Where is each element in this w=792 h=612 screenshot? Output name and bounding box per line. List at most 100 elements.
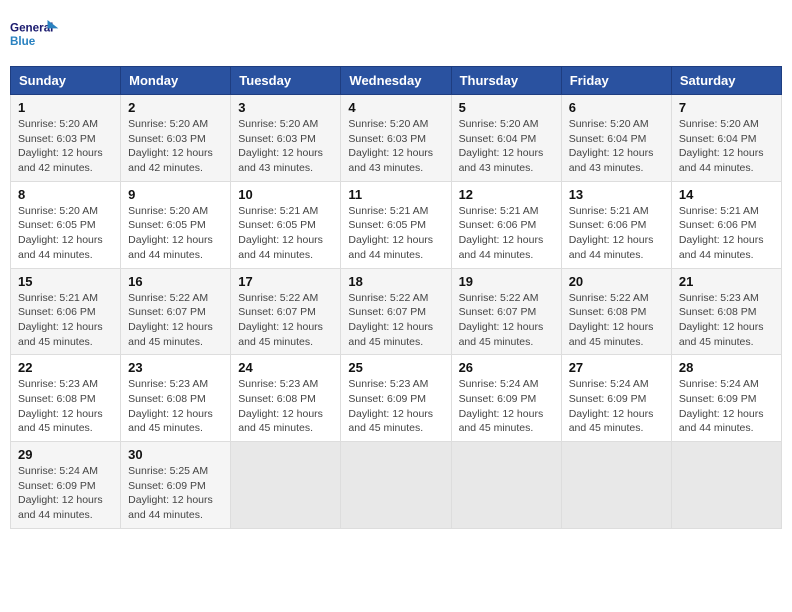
table-row: 30Sunrise: 5:25 AMSunset: 6:09 PMDayligh… — [121, 442, 231, 529]
day-detail: Sunrise: 5:24 AMSunset: 6:09 PMDaylight:… — [459, 377, 554, 436]
table-row: 24Sunrise: 5:23 AMSunset: 6:08 PMDayligh… — [231, 355, 341, 442]
day-number: 8 — [18, 187, 113, 202]
table-row: 15 Sunrise: 5:21 AMSunset: 6:06 PMDayligh… — [11, 268, 121, 355]
day-detail: Sunrise: 5:24 AMSunset: 6:09 PMDaylight:… — [569, 377, 664, 436]
day-number: 15 — [18, 274, 113, 289]
day-detail: Sunrise: 5:20 AMSunset: 6:03 PMDaylight:… — [238, 117, 333, 176]
calendar-header-row: SundayMondayTuesdayWednesdayThursdayFrid… — [11, 67, 782, 95]
day-detail: Sunrise: 5:23 AMSunset: 6:08 PMDaylight:… — [18, 377, 113, 436]
day-number: 18 — [348, 274, 443, 289]
day-detail: Sunrise: 5:20 AMSunset: 6:04 PMDaylight:… — [459, 117, 554, 176]
day-detail: Sunrise: 5:20 AMSunset: 6:04 PMDaylight:… — [679, 117, 774, 176]
table-row: 13Sunrise: 5:21 AMSunset: 6:06 PMDayligh… — [561, 181, 671, 268]
table-row: 9 Sunrise: 5:20 AMSunset: 6:05 PMDaylight… — [121, 181, 231, 268]
table-row: 6 Sunrise: 5:20 AMSunset: 6:04 PMDaylight… — [561, 95, 671, 182]
calendar-header-saturday: Saturday — [671, 67, 781, 95]
day-detail: Sunrise: 5:24 AMSunset: 6:09 PMDaylight:… — [18, 464, 113, 523]
table-row: 23Sunrise: 5:23 AMSunset: 6:08 PMDayligh… — [121, 355, 231, 442]
table-row: 4 Sunrise: 5:20 AMSunset: 6:03 PMDaylight… — [341, 95, 451, 182]
table-row: 26 Sunrise: 5:24 AMSunset: 6:09 PMDayligh… — [451, 355, 561, 442]
calendar-table: SundayMondayTuesdayWednesdayThursdayFrid… — [10, 66, 782, 529]
table-row: 25Sunrise: 5:23 AMSunset: 6:09 PMDayligh… — [341, 355, 451, 442]
day-number: 22 — [18, 360, 113, 375]
table-row: 11 Sunrise: 5:21 AMSunset: 6:05 PMDayligh… — [341, 181, 451, 268]
calendar-week-row: 22 Sunrise: 5:23 AMSunset: 6:08 PMDayligh… — [11, 355, 782, 442]
calendar-week-row: 29 Sunrise: 5:24 AMSunset: 6:09 PMDayligh… — [11, 442, 782, 529]
table-row: 29 Sunrise: 5:24 AMSunset: 6:09 PMDayligh… — [11, 442, 121, 529]
table-row: 7 Sunrise: 5:20 AMSunset: 6:04 PMDaylight… — [671, 95, 781, 182]
day-number: 20 — [569, 274, 664, 289]
calendar-week-row: 15 Sunrise: 5:21 AMSunset: 6:06 PMDayligh… — [11, 268, 782, 355]
day-detail: Sunrise: 5:21 AMSunset: 6:06 PMDaylight:… — [18, 291, 113, 350]
day-number: 29 — [18, 447, 113, 462]
day-detail: Sunrise: 5:24 AMSunset: 6:09 PMDaylight:… — [679, 377, 774, 436]
logo-icon: General Blue — [10, 10, 60, 60]
table-row: 14 Sunrise: 5:21 AMSunset: 6:06 PMDayligh… — [671, 181, 781, 268]
day-detail: Sunrise: 5:20 AMSunset: 6:03 PMDaylight:… — [348, 117, 443, 176]
table-row — [451, 442, 561, 529]
day-number: 19 — [459, 274, 554, 289]
day-number: 26 — [459, 360, 554, 375]
day-number: 30 — [128, 447, 223, 462]
logo: General Blue — [10, 10, 60, 60]
day-number: 10 — [238, 187, 333, 202]
day-detail: Sunrise: 5:23 AMSunset: 6:08 PMDaylight:… — [238, 377, 333, 436]
table-row — [561, 442, 671, 529]
day-number: 6 — [569, 100, 664, 115]
table-row: 28 Sunrise: 5:24 AMSunset: 6:09 PMDayligh… — [671, 355, 781, 442]
day-number: 28 — [679, 360, 774, 375]
day-number: 9 — [128, 187, 223, 202]
header: General Blue — [10, 10, 782, 60]
day-number: 3 — [238, 100, 333, 115]
day-number: 1 — [18, 100, 113, 115]
day-number: 5 — [459, 100, 554, 115]
table-row: 22 Sunrise: 5:23 AMSunset: 6:08 PMDayligh… — [11, 355, 121, 442]
table-row: 2Sunrise: 5:20 AMSunset: 6:03 PMDaylight… — [121, 95, 231, 182]
calendar-header-tuesday: Tuesday — [231, 67, 341, 95]
day-number: 12 — [459, 187, 554, 202]
svg-text:General: General — [10, 22, 53, 35]
day-detail: Sunrise: 5:21 AMSunset: 6:05 PMDaylight:… — [238, 204, 333, 263]
table-row: 18Sunrise: 5:22 AMSunset: 6:07 PMDayligh… — [341, 268, 451, 355]
table-row: 16Sunrise: 5:22 AMSunset: 6:07 PMDayligh… — [121, 268, 231, 355]
table-row: 10 Sunrise: 5:21 AMSunset: 6:05 PMDayligh… — [231, 181, 341, 268]
table-row: 20 Sunrise: 5:22 AMSunset: 6:08 PMDayligh… — [561, 268, 671, 355]
day-detail: Sunrise: 5:23 AMSunset: 6:08 PMDaylight:… — [679, 291, 774, 350]
day-detail: Sunrise: 5:21 AMSunset: 6:06 PMDaylight:… — [569, 204, 664, 263]
day-number: 7 — [679, 100, 774, 115]
day-detail: Sunrise: 5:22 AMSunset: 6:07 PMDaylight:… — [128, 291, 223, 350]
day-detail: Sunrise: 5:20 AMSunset: 6:03 PMDaylight:… — [18, 117, 113, 176]
table-row: 27 Sunrise: 5:24 AMSunset: 6:09 PMDayligh… — [561, 355, 671, 442]
calendar-header-wednesday: Wednesday — [341, 67, 451, 95]
day-detail: Sunrise: 5:22 AMSunset: 6:08 PMDaylight:… — [569, 291, 664, 350]
day-number: 17 — [238, 274, 333, 289]
calendar-header-sunday: Sunday — [11, 67, 121, 95]
calendar-week-row: 8 Sunrise: 5:20 AMSunset: 6:05 PMDaylight… — [11, 181, 782, 268]
day-detail: Sunrise: 5:20 AMSunset: 6:04 PMDaylight:… — [569, 117, 664, 176]
table-row — [231, 442, 341, 529]
svg-text:Blue: Blue — [10, 35, 36, 48]
table-row: 17Sunrise: 5:22 AMSunset: 6:07 PMDayligh… — [231, 268, 341, 355]
day-number: 4 — [348, 100, 443, 115]
calendar-header-friday: Friday — [561, 67, 671, 95]
table-row: 5 Sunrise: 5:20 AMSunset: 6:04 PMDaylight… — [451, 95, 561, 182]
day-detail: Sunrise: 5:22 AMSunset: 6:07 PMDaylight:… — [459, 291, 554, 350]
day-number: 27 — [569, 360, 664, 375]
day-number: 14 — [679, 187, 774, 202]
day-number: 11 — [348, 187, 443, 202]
table-row: 3 Sunrise: 5:20 AMSunset: 6:03 PMDaylight… — [231, 95, 341, 182]
day-number: 25 — [348, 360, 443, 375]
calendar-header-monday: Monday — [121, 67, 231, 95]
day-number: 2 — [128, 100, 223, 115]
day-detail: Sunrise: 5:21 AMSunset: 6:05 PMDaylight:… — [348, 204, 443, 263]
table-row: 21Sunrise: 5:23 AMSunset: 6:08 PMDayligh… — [671, 268, 781, 355]
table-row — [341, 442, 451, 529]
table-row: 19 Sunrise: 5:22 AMSunset: 6:07 PMDayligh… — [451, 268, 561, 355]
calendar-week-row: 1 Sunrise: 5:20 AMSunset: 6:03 PMDaylight… — [11, 95, 782, 182]
day-detail: Sunrise: 5:21 AMSunset: 6:06 PMDaylight:… — [679, 204, 774, 263]
day-detail: Sunrise: 5:23 AMSunset: 6:08 PMDaylight:… — [128, 377, 223, 436]
day-detail: Sunrise: 5:20 AMSunset: 6:05 PMDaylight:… — [128, 204, 223, 263]
day-detail: Sunrise: 5:20 AMSunset: 6:05 PMDaylight:… — [18, 204, 113, 263]
day-detail: Sunrise: 5:21 AMSunset: 6:06 PMDaylight:… — [459, 204, 554, 263]
table-row — [671, 442, 781, 529]
